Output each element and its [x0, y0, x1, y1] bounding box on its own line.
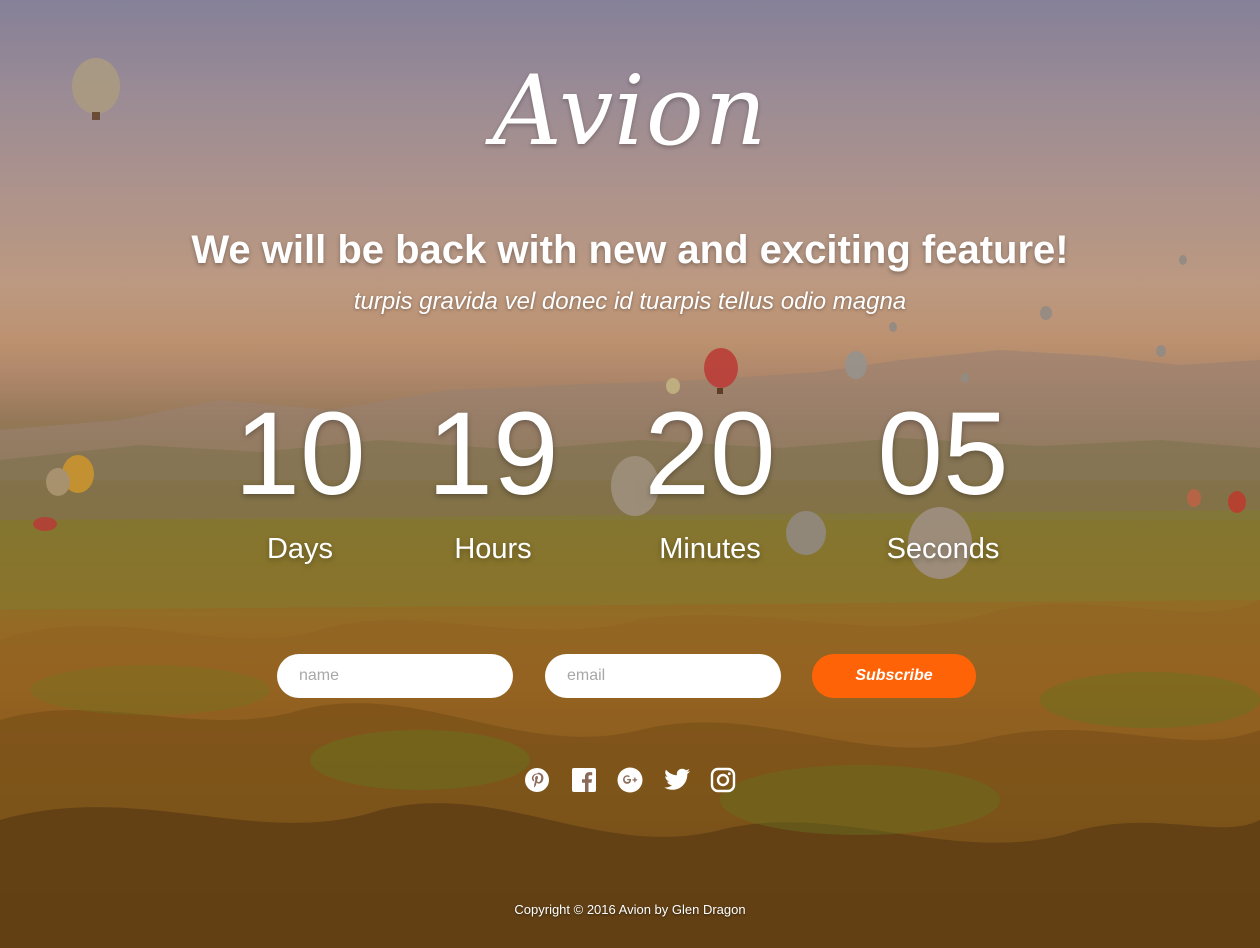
brand-logo: Avion — [492, 55, 768, 167]
name-input[interactable] — [277, 654, 513, 698]
pinterest-icon[interactable] — [522, 765, 552, 795]
instagram-icon[interactable] — [708, 765, 738, 795]
countdown-hours-label: Hours — [454, 533, 532, 565]
social-links — [522, 764, 738, 796]
page-subheadline: turpis gravida vel donec id tuarpis tell… — [353, 288, 907, 315]
facebook-icon[interactable] — [569, 765, 599, 795]
countdown-seconds-label: Seconds — [886, 533, 1000, 565]
countdown-hours: 19 Hours — [383, 395, 603, 566]
twitter-icon[interactable] — [662, 765, 692, 795]
copyright-text: Copyright © 2016 Avion by Glen Dragon — [514, 902, 746, 917]
countdown-hours-value: 19 — [427, 388, 559, 520]
countdown-minutes: 20 Minutes — [600, 395, 820, 566]
google-plus-icon[interactable] — [615, 765, 645, 795]
countdown-days-value: 10 — [234, 388, 366, 520]
countdown-days: 10 Days — [190, 395, 410, 566]
page-headline: We will be back with new and exciting fe… — [191, 228, 1069, 272]
countdown-seconds-value: 05 — [877, 388, 1009, 520]
countdown-days-label: Days — [266, 533, 334, 565]
subscribe-button[interactable]: Subscribe — [812, 654, 976, 698]
email-input[interactable] — [545, 654, 781, 698]
countdown-seconds: 05 Seconds — [833, 395, 1053, 566]
countdown-minutes-label: Minutes — [659, 533, 761, 565]
countdown-minutes-value: 20 — [644, 388, 776, 520]
